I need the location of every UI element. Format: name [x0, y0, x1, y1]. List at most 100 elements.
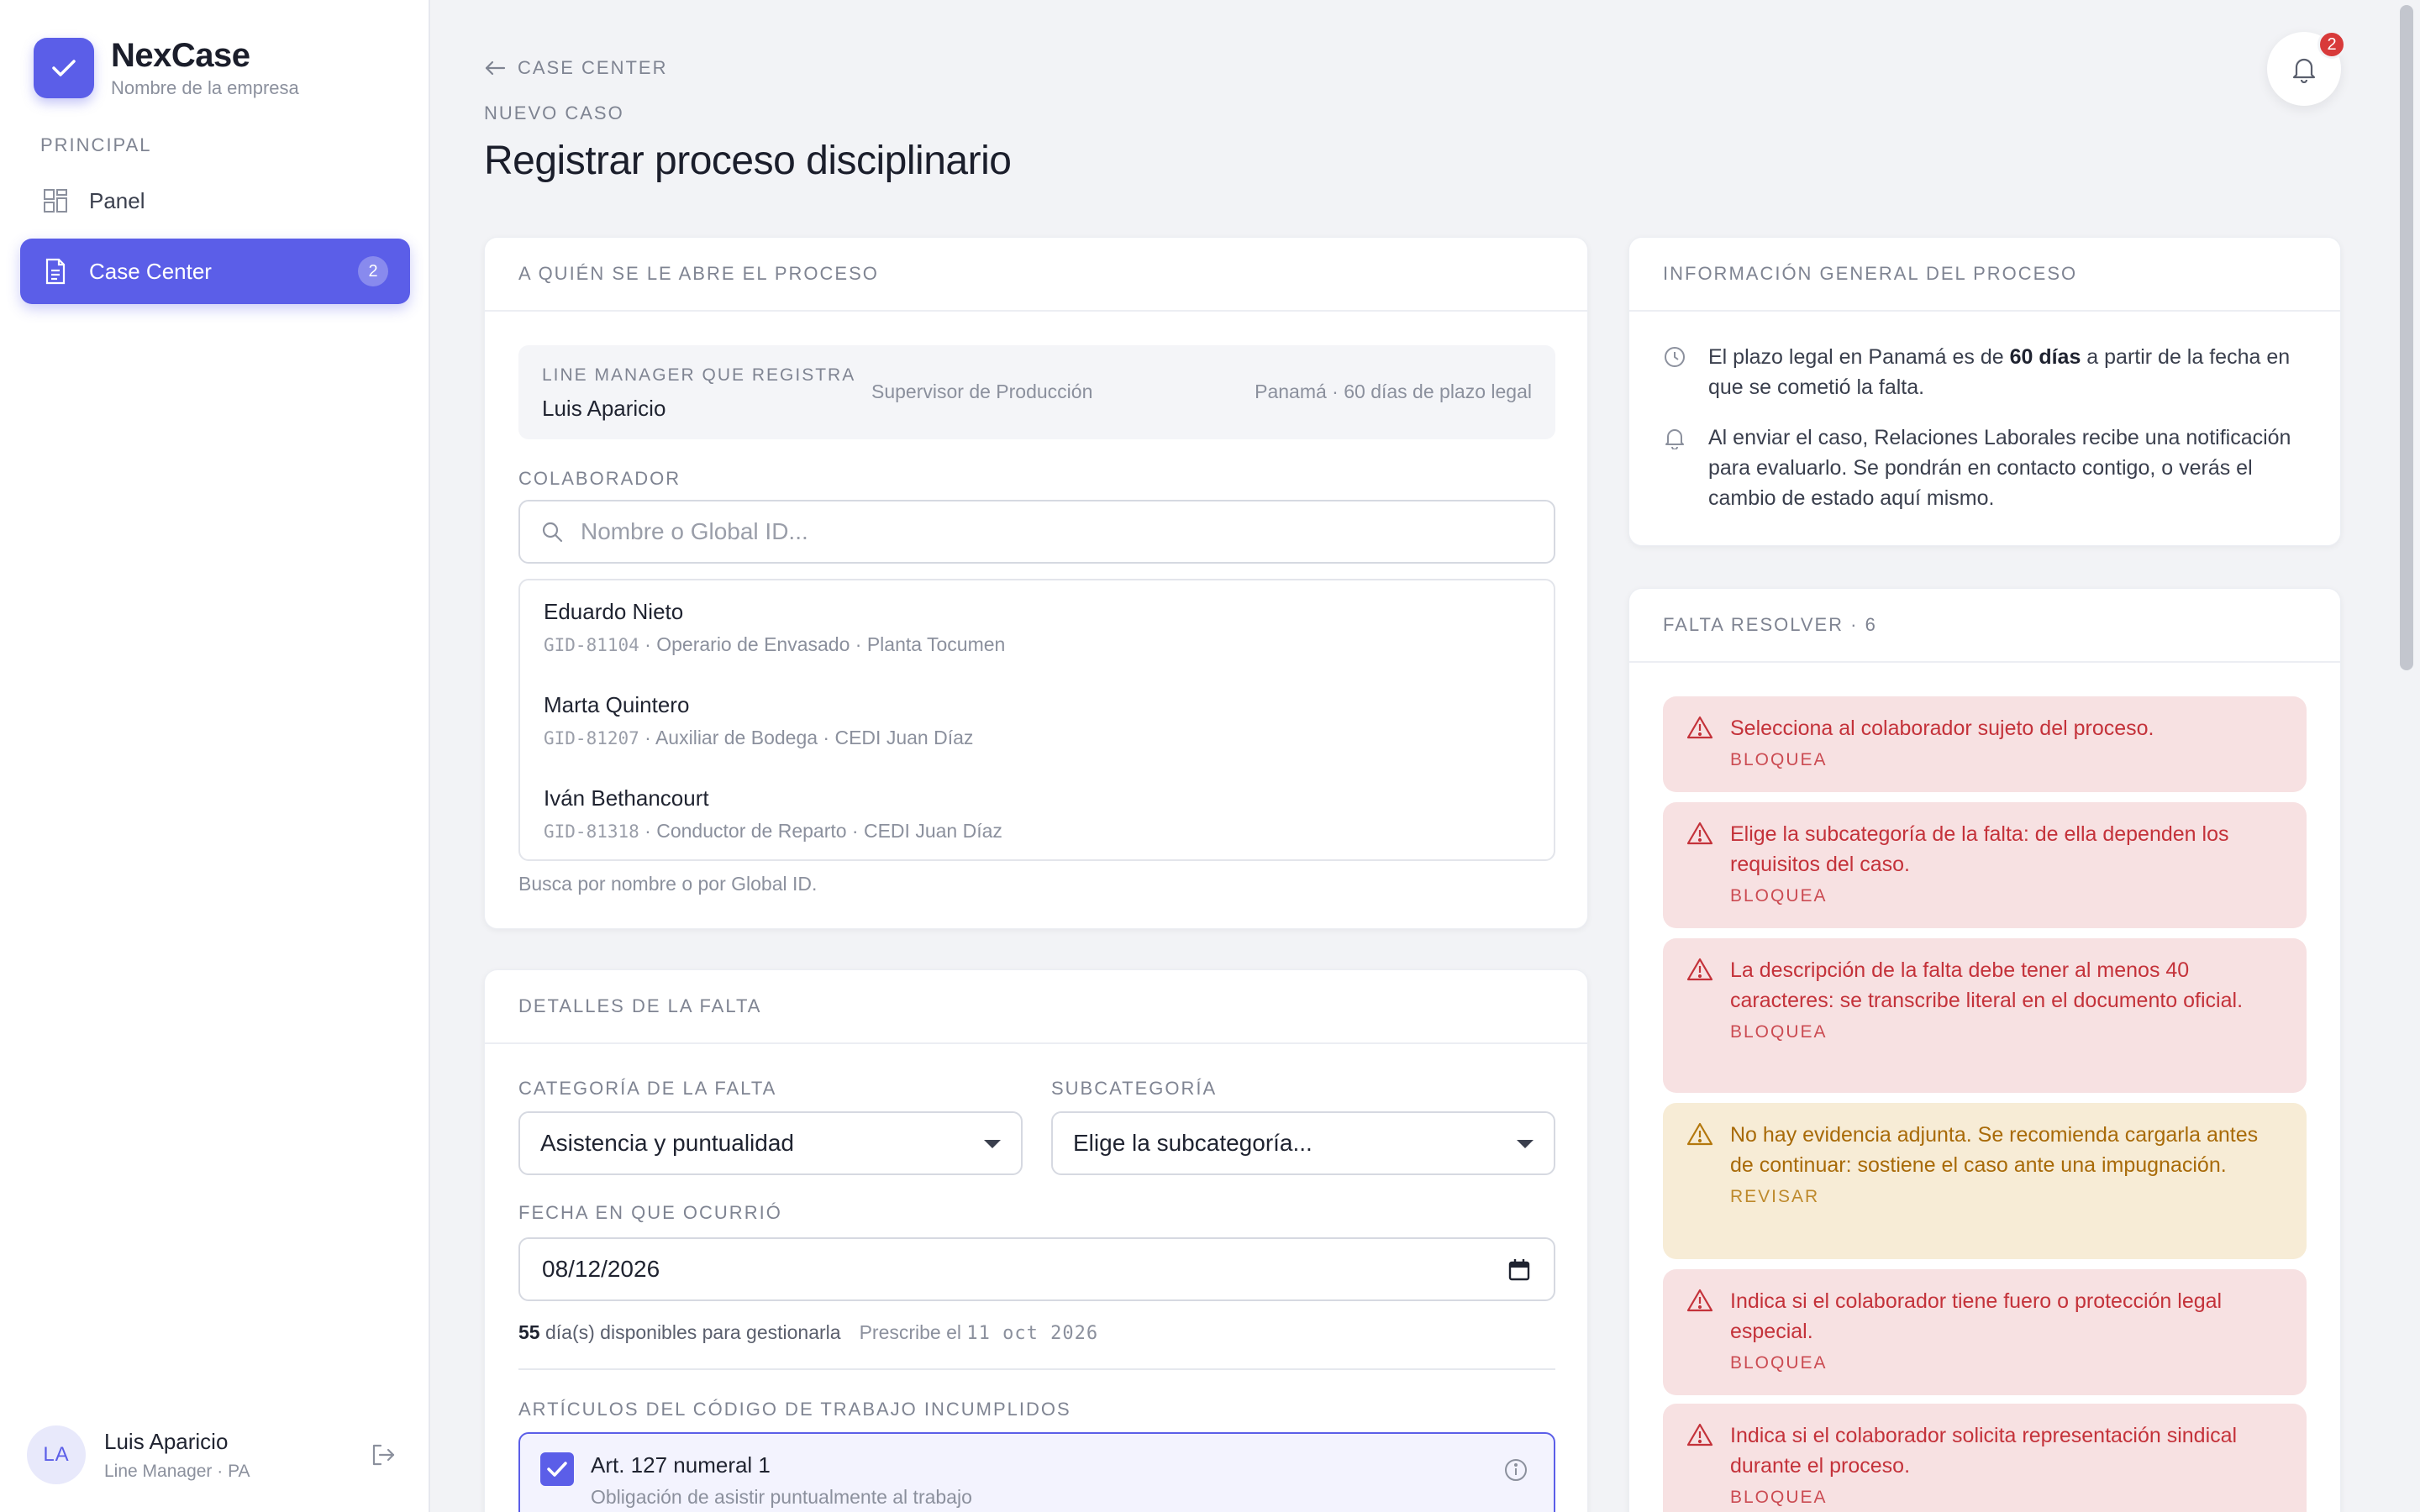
brand-subtitle: Nombre de la empresa — [111, 77, 299, 98]
collaborator-search[interactable] — [518, 500, 1555, 564]
user-name: Luis Aparicio — [104, 1428, 229, 1454]
alert-message: No hay evidencia adjunta. Se recomienda … — [1730, 1123, 2259, 1177]
alert-message: Indica si el colaborador solicita repres… — [1730, 1424, 2238, 1478]
warning-icon — [1686, 1121, 1713, 1147]
warning-icon — [1686, 1422, 1713, 1447]
category-value: Asistencia y puntualidad — [540, 1130, 794, 1156]
alert-tag: BLOQUEA — [1730, 1488, 1828, 1507]
info-bold: 60 días — [2009, 345, 2081, 369]
alert-item[interactable]: La descripción de la falta debe tener al… — [1663, 938, 2307, 1093]
alert-item[interactable]: No hay evidencia adjunta. Se recomienda … — [1663, 1103, 2307, 1259]
warning-icon — [1686, 715, 1713, 740]
document-icon — [42, 258, 69, 285]
alert-tag: BLOQUEA — [1730, 1353, 1828, 1373]
check-icon — [34, 38, 94, 98]
category-select[interactable]: Asistencia y puntualidad — [518, 1111, 1023, 1175]
line-manager-label: LINE MANAGER QUE REGISTRA — [542, 365, 856, 385]
result-name: Iván Bethancourt — [544, 785, 709, 811]
search-icon — [542, 522, 563, 543]
warning-icon — [1686, 1288, 1713, 1313]
user-profile: LA Luis Aparicio Line Manager · PA — [27, 1423, 397, 1487]
info-card: INFORMACIÓN GENERAL DEL PROCESO El plazo… — [1628, 237, 2341, 546]
alert-item[interactable]: Indica si el colaborador tiene fuero o p… — [1663, 1269, 2307, 1395]
brand[interactable]: NexCase Nombre de la empresa — [34, 37, 299, 99]
notification-badge: 2 — [2317, 30, 2346, 59]
scrollbar-thumb[interactable] — [2400, 5, 2413, 670]
alert-tag: BLOQUEA — [1730, 1022, 1828, 1042]
divider — [518, 1368, 1555, 1370]
pending-card: FALTA RESOLVER · 6 Selecciona al colabor… — [1628, 588, 2341, 1512]
logout-icon[interactable] — [370, 1441, 397, 1468]
sidebar-item-panel[interactable]: Panel — [20, 168, 410, 234]
clock-icon — [1663, 345, 1686, 369]
back-link-label: CASE CENTER — [518, 57, 668, 78]
notifications-button[interactable]: 2 — [2267, 30, 2346, 106]
card-title: INFORMACIÓN GENERAL DEL PROCESO — [1629, 238, 2340, 312]
page-title: Registrar proceso disciplinario — [484, 139, 1012, 183]
list-item[interactable]: Iván Bethancourt GID-81318 · Conductor d… — [544, 785, 1002, 843]
alert-tag: BLOQUEA — [1730, 750, 1828, 769]
prescribe-prefix: Prescribe el — [859, 1321, 967, 1343]
card-title: A QUIÉN SE LE ABRE EL PROCESO — [485, 238, 1587, 312]
grid-icon — [42, 187, 69, 214]
bell-icon — [2292, 58, 2316, 83]
collaborator-label: COLABORADOR — [518, 468, 681, 489]
list-item[interactable]: Marta Quintero GID-81207 · Auxiliar de B… — [544, 692, 973, 749]
alert-item[interactable]: Selecciona al colaborador sujeto del pro… — [1663, 696, 2307, 792]
user-role: Line Manager · PA — [104, 1461, 250, 1481]
card-title: FALTA RESOLVER · 6 — [1629, 589, 2340, 663]
subject-card: A QUIÉN SE LE ABRE EL PROCESO LINE MANAG… — [484, 237, 1588, 929]
subcategory-value: Elige la subcategoría... — [1073, 1130, 1313, 1156]
info-item: Al enviar el caso, Relaciones Laborales … — [1663, 423, 2296, 513]
alert-message: Selecciona al colaborador sujeto del pro… — [1730, 717, 2154, 740]
chevron-down-icon — [984, 1140, 1001, 1148]
alert-item[interactable]: Elige la subcategoría de la falta: de el… — [1663, 802, 2307, 928]
result-gid: GID-81318 — [544, 822, 639, 842]
warning-icon — [1686, 821, 1713, 846]
days-count: 55 — [518, 1321, 540, 1343]
details-card: DETALLES DE LA FALTA CATEGORÍA DE LA FAL… — [484, 969, 1588, 1512]
result-meta: · Conductor de Reparto · CEDI Juan Díaz — [639, 820, 1002, 842]
alert-item[interactable]: Indica si el colaborador solicita repres… — [1663, 1404, 2307, 1512]
article-title: Art. 127 numeral 1 — [591, 1452, 771, 1478]
count-badge: 2 — [358, 256, 388, 286]
warning-icon — [1686, 957, 1713, 982]
result-name: Marta Quintero — [544, 692, 690, 717]
sidebar-item-label: Panel — [89, 187, 145, 213]
alert-message: Indica si el colaborador tiene fuero o p… — [1730, 1289, 2223, 1343]
result-gid: GID-81207 — [544, 728, 639, 748]
article-checkbox[interactable] — [540, 1452, 574, 1486]
alert-tag: BLOQUEA — [1730, 886, 1828, 906]
calendar-icon[interactable] — [1507, 1257, 1532, 1283]
info-text: El plazo legal en Panamá es de — [1708, 345, 2010, 369]
search-results: Eduardo Nieto GID-81104 · Operario de En… — [518, 579, 1555, 861]
article-option[interactable]: Art. 127 numeral 1 Obligación de asistir… — [518, 1432, 1555, 1512]
card-title: DETALLES DE LA FALTA — [485, 970, 1587, 1044]
sidebar-item-case-center[interactable]: Case Center 2 — [20, 239, 410, 304]
category-label: CATEGORÍA DE LA FALTA — [518, 1078, 777, 1099]
line-manager-box: LINE MANAGER QUE REGISTRA Luis Aparicio … — [518, 345, 1555, 439]
back-link[interactable]: CASE CENTER — [484, 57, 667, 79]
days-available: 55 día(s) disponibles para gestionarla Pr… — [518, 1321, 1098, 1344]
alert-message: Elige la subcategoría de la falta: de el… — [1730, 822, 2229, 876]
avatar: LA — [27, 1425, 86, 1484]
date-label: FECHA EN QUE OCURRIÓ — [518, 1202, 782, 1223]
info-text: Al enviar el caso, Relaciones Laborales … — [1708, 426, 2291, 510]
result-name: Eduardo Nieto — [544, 599, 684, 624]
info-item: El plazo legal en Panamá es de 60 días a… — [1663, 342, 2296, 402]
prescribe-date: 11 oct 2026 — [966, 1323, 1099, 1344]
info-icon[interactable] — [1503, 1457, 1528, 1483]
line-manager-name: Luis Aparicio — [542, 396, 666, 421]
brand-name: NexCase — [111, 37, 250, 74]
collaborator-search-input[interactable] — [581, 518, 1505, 545]
articles-label: ARTÍCULOS DEL CÓDIGO DE TRABAJO INCUMPLI… — [518, 1399, 1071, 1420]
sidebar: NexCase Nombre de la empresa PRINCIPAL P… — [0, 0, 430, 1512]
date-value: 08/12/2026 — [542, 1256, 660, 1282]
days-text: día(s) disponibles para gestionarla — [539, 1321, 841, 1343]
list-item[interactable]: Eduardo Nieto GID-81104 · Operario de En… — [544, 599, 1005, 656]
line-manager-role: Supervisor de Producción — [871, 381, 1093, 402]
bell-icon — [1663, 426, 1686, 450]
subcategory-select[interactable]: Elige la subcategoría... — [1051, 1111, 1555, 1175]
nav-section-label: PRINCIPAL — [40, 134, 152, 155]
date-input[interactable]: 08/12/2026 — [518, 1237, 1555, 1301]
